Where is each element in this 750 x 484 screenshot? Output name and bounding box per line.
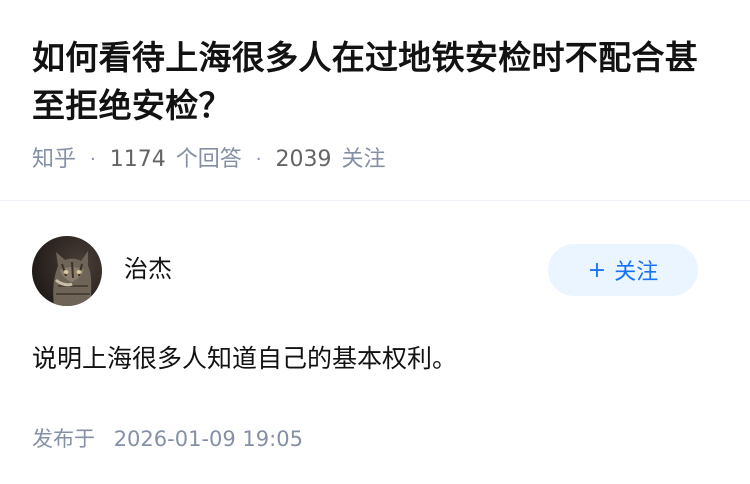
follow-label: 关注 <box>614 260 659 285</box>
publish-label: 发布于 <box>32 427 95 451</box>
answers-count: 1174 <box>109 147 166 172</box>
publish-info: 发布于 2026-01-09 19:05 <box>32 424 722 454</box>
question-header: 如何看待上海很多人在过地铁安检时不配合甚至拒绝安检？ 知乎 · 1174 个回答… <box>32 34 722 176</box>
meta-separator: · <box>255 149 262 170</box>
followers-label: 关注 <box>341 147 386 172</box>
question-meta: 知乎 · 1174 个回答 · 2039 关注 <box>32 144 722 176</box>
author-name[interactable]: 治杰 <box>124 249 172 284</box>
answer-card: 治杰 + 关注 说明上海很多人知道自己的基本权利。 发布于 2026-01-09… <box>32 236 722 454</box>
avatar[interactable] <box>32 236 102 306</box>
answer-content[interactable]: 说明上海很多人知道自己的基本权利。 <box>32 340 722 378</box>
question-title[interactable]: 如何看待上海很多人在过地铁安检时不配合甚至拒绝安检？ <box>32 34 722 130</box>
plus-icon: + <box>587 257 607 283</box>
source-label[interactable]: 知乎 <box>32 144 76 176</box>
section-divider <box>0 200 750 201</box>
publish-time: 2026-01-09 19:05 <box>113 427 303 451</box>
followers-count: 2039 <box>275 147 332 172</box>
answers-label: 个回答 <box>175 147 242 172</box>
author-row: 治杰 + 关注 <box>32 236 722 306</box>
follow-button[interactable]: + 关注 <box>548 244 698 296</box>
cat-avatar-image <box>32 236 102 306</box>
meta-separator: · <box>90 149 96 170</box>
